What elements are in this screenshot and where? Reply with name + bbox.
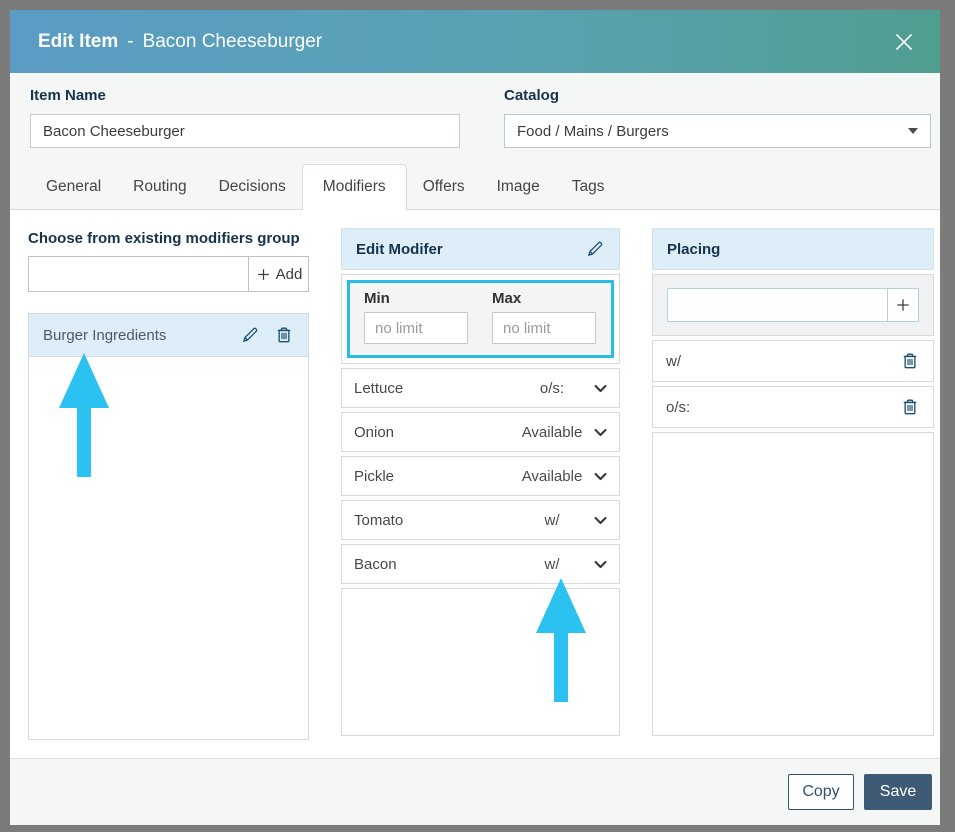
modifier-status: Available	[512, 424, 592, 441]
max-input[interactable]	[492, 312, 596, 344]
plus-icon	[255, 266, 272, 283]
chevron-down-icon[interactable]	[592, 424, 609, 441]
delete-placing-button[interactable]	[900, 397, 920, 417]
placing-input[interactable]	[667, 288, 887, 322]
modifier-group-row[interactable]: Burger Ingredients	[29, 314, 308, 357]
modifier-name: Onion	[354, 424, 394, 441]
modifier-list-empty-area	[341, 588, 620, 736]
tab-modifiers[interactable]: Modifiers	[302, 164, 407, 210]
edit-item-dialog: Edit Item - Bacon Cheeseburger Item Name…	[10, 10, 940, 825]
modifier-status: w/	[512, 512, 592, 529]
modifier-name: Tomato	[354, 512, 403, 529]
modifier-row-lettuce[interactable]: Lettuce o/s:	[341, 368, 620, 408]
modifier-group-name: Burger Ingredients	[43, 327, 166, 344]
modifier-row-pickle[interactable]: Pickle Available	[341, 456, 620, 496]
min-max-highlight: Min Max	[347, 280, 614, 358]
catalog-select[interactable]: Food / Mains / Burgers	[504, 114, 931, 148]
dialog-title-separator: -	[127, 31, 133, 53]
chevron-down-icon[interactable]	[592, 468, 609, 485]
placing-label: w/	[666, 353, 681, 370]
tab-tags[interactable]: Tags	[556, 165, 621, 209]
modifier-row-bacon[interactable]: Bacon w/	[341, 544, 620, 584]
placing-label: o/s:	[666, 399, 690, 416]
dialog-title-prefix: Edit Item	[38, 31, 118, 53]
add-group-button-label: Add	[276, 266, 303, 283]
modifier-status: o/s:	[512, 380, 592, 397]
item-form-section: Item Name Catalog Food / Mains / Burgers	[10, 73, 940, 163]
modifier-name: Pickle	[354, 468, 394, 485]
modifier-groups-column: Choose from existing modifiers group Add…	[28, 228, 309, 758]
max-label: Max	[492, 290, 596, 307]
trash-icon	[274, 325, 294, 345]
close-icon	[891, 29, 917, 55]
annotation-arrow-up-icon	[59, 353, 109, 477]
min-max-section: Min Max	[341, 274, 620, 364]
min-input[interactable]	[364, 312, 468, 344]
placing-input-section	[652, 274, 934, 336]
modifier-status: w/	[512, 556, 592, 573]
edit-modifier-pencil-button[interactable]	[585, 239, 605, 259]
dialog-title: Edit Item - Bacon Cheeseburger	[38, 31, 322, 53]
edit-group-button[interactable]	[240, 325, 260, 345]
item-name-input[interactable]	[30, 114, 460, 148]
delete-placing-button[interactable]	[900, 351, 920, 371]
tab-decisions[interactable]: Decisions	[203, 165, 302, 209]
modifiers-tab-content: Choose from existing modifiers group Add…	[10, 210, 940, 758]
close-button[interactable]	[890, 28, 918, 56]
placing-panel: Placing w/ o/s:	[652, 228, 934, 736]
tab-bar: General Routing Decisions Modifiers Offe…	[10, 163, 940, 210]
placing-list-empty-area	[652, 432, 934, 736]
add-group-button[interactable]: Add	[248, 257, 308, 291]
copy-button[interactable]: Copy	[788, 774, 854, 810]
edit-modifier-panel: Edit Modifer Min Max L	[341, 228, 620, 736]
tab-routing[interactable]: Routing	[117, 165, 202, 209]
dialog-title-item: Bacon Cheeseburger	[143, 31, 323, 53]
modifier-group-input[interactable]	[29, 257, 248, 291]
tab-image[interactable]: Image	[481, 165, 556, 209]
catalog-label: Catalog	[504, 87, 931, 104]
catalog-selected-value: Food / Mains / Burgers	[517, 123, 669, 140]
modifier-status: Available	[512, 468, 592, 485]
caret-down-icon	[908, 128, 918, 134]
save-button[interactable]: Save	[864, 774, 932, 810]
add-placing-button[interactable]	[887, 288, 919, 322]
modifier-row-onion[interactable]: Onion Available	[341, 412, 620, 452]
chevron-down-icon[interactable]	[592, 512, 609, 529]
placing-row[interactable]: w/	[652, 340, 934, 382]
pencil-icon	[240, 325, 260, 345]
chevron-down-icon[interactable]	[592, 380, 609, 397]
modifier-row-tomato[interactable]: Tomato w/	[341, 500, 620, 540]
chevron-down-icon[interactable]	[592, 556, 609, 573]
dialog-header: Edit Item - Bacon Cheeseburger	[10, 10, 940, 73]
pencil-icon	[585, 239, 605, 259]
edit-modifier-title: Edit Modifer	[356, 241, 443, 258]
trash-icon	[900, 397, 920, 417]
delete-group-button[interactable]	[274, 325, 294, 345]
placing-title: Placing	[667, 241, 720, 258]
tab-offers[interactable]: Offers	[407, 165, 481, 209]
modifier-name: Bacon	[354, 556, 397, 573]
tab-general[interactable]: General	[30, 165, 117, 209]
plus-icon	[894, 296, 912, 314]
trash-icon	[900, 351, 920, 371]
modifier-groups-label: Choose from existing modifiers group	[28, 230, 309, 247]
modifier-group-list: Burger Ingredients	[28, 313, 309, 740]
dialog-footer: Copy Save	[10, 758, 940, 825]
modifier-name: Lettuce	[354, 380, 403, 397]
min-label: Min	[364, 290, 468, 307]
item-name-label: Item Name	[30, 87, 460, 104]
placing-row[interactable]: o/s:	[652, 386, 934, 428]
